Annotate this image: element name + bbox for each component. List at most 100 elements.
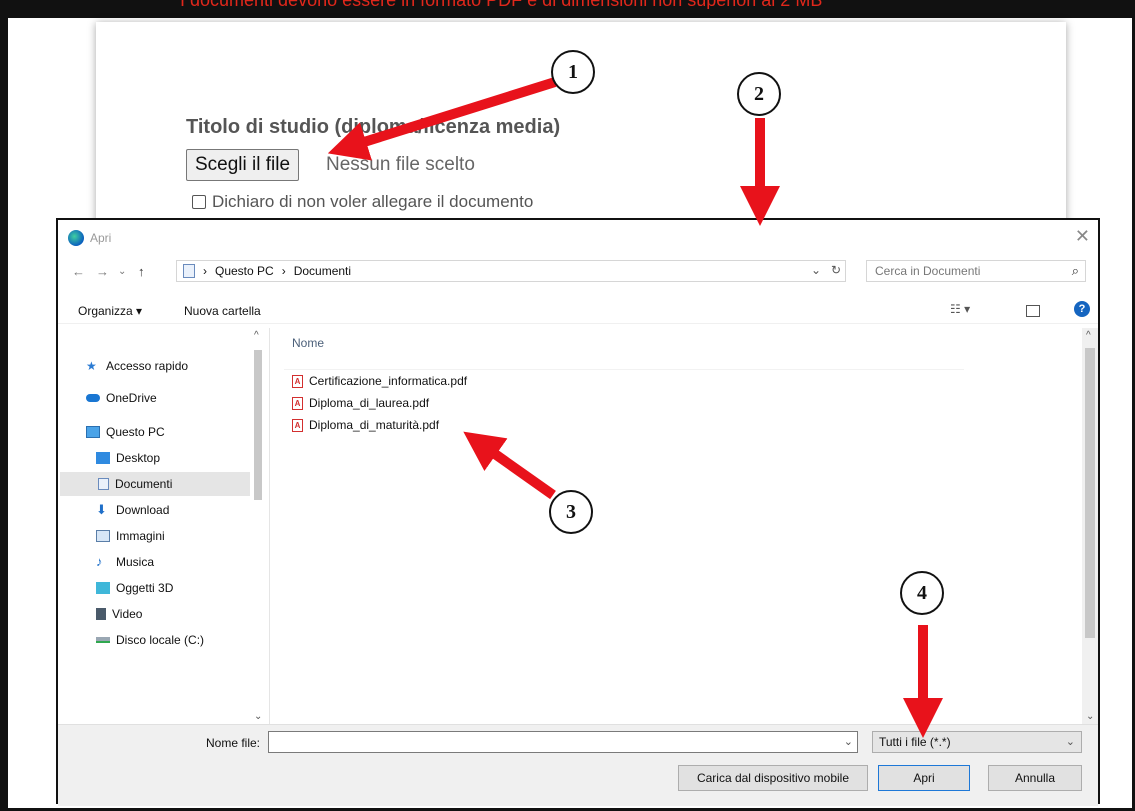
file-item[interactable]: A Certificazione_informatica.pdf [292, 374, 467, 388]
address-bar-row: ← → ⌄ ↑ › Questo PC › Documenti ⌄ ↻ Cerc… [58, 256, 1098, 286]
download-icon: ⬇ [96, 502, 107, 517]
dialog-title: Apri [90, 231, 112, 245]
nav-item-video[interactable]: Video [96, 602, 142, 626]
nav-item-quick-access[interactable]: ★ Accesso rapido [86, 354, 188, 378]
file-item[interactable]: A Diploma_di_laurea.pdf [292, 396, 429, 410]
annotation-marker-3: 3 [549, 490, 593, 534]
filename-input[interactable]: ⌄ [268, 731, 858, 753]
breadcrumb-this-pc[interactable]: Questo PC [215, 264, 274, 278]
upload-from-mobile-button[interactable]: Carica dal dispositivo mobile [678, 765, 868, 791]
nav-item-local-disk[interactable]: Disco locale (C:) [96, 628, 204, 652]
drive-icon [96, 637, 110, 643]
scroll-up-icon[interactable]: ^ [254, 330, 259, 341]
nav-label: OneDrive [106, 391, 157, 405]
cloud-icon [86, 394, 100, 402]
pdf-file-icon: A [292, 418, 303, 432]
annotation-marker-2: 2 [737, 72, 781, 116]
nav-label: Oggetti 3D [116, 581, 174, 595]
nav-item-download[interactable]: ⬇ Download [96, 498, 169, 522]
breadcrumb-separator-icon: › [281, 264, 286, 278]
nav-item-music[interactable]: ♪ Musica [96, 550, 154, 574]
forward-arrow-icon[interactable]: → [96, 264, 109, 279]
nav-label: Documenti [115, 477, 173, 491]
chevron-down-icon[interactable]: ⌄ [844, 735, 853, 748]
scroll-down-icon[interactable]: ⌄ [1086, 711, 1094, 722]
nav-label: Desktop [116, 451, 161, 465]
search-placeholder: Cerca in Documenti [875, 264, 981, 278]
filename-label: Nome file: [206, 736, 261, 750]
breadcrumb-documents[interactable]: Documenti [294, 264, 351, 278]
nav-label: Disco locale (C:) [116, 633, 205, 647]
column-header-divider [284, 358, 964, 370]
dialog-titlebar: Apri ✕ [58, 220, 1098, 254]
pdf-file-icon: A [292, 374, 303, 388]
nav-item-desktop[interactable]: Desktop [96, 446, 160, 470]
column-header-name[interactable]: Nome [292, 336, 324, 350]
refresh-icon[interactable]: ↻ [831, 263, 841, 277]
file-item[interactable]: A Diploma_di_maturità.pdf [292, 418, 439, 432]
pictures-icon [96, 530, 110, 542]
navigation-scrollbar[interactable]: ^ ⌄ [252, 328, 266, 724]
no-file-chosen-text: Nessun file scelto [326, 154, 475, 175]
chevron-down-icon[interactable]: ⌄ [1066, 732, 1075, 752]
search-documents-input[interactable]: Cerca in Documenti ⌕ [866, 260, 1086, 282]
documents-icon [98, 478, 109, 490]
video-icon [96, 608, 106, 620]
scrollbar-thumb[interactable] [1085, 348, 1095, 638]
documents-folder-icon [183, 264, 195, 278]
scroll-up-icon[interactable]: ^ [1086, 330, 1091, 341]
file-name: Diploma_di_maturità.pdf [309, 418, 440, 432]
open-button[interactable]: Apri [878, 765, 970, 791]
decline-attachment-label: Dichiaro di non voler allegare il docume… [212, 192, 534, 211]
search-icon[interactable]: ⌕ [1072, 263, 1079, 279]
file-list-pane: Nome A Certificazione_informatica.pdf A … [272, 328, 1088, 724]
nav-item-pictures[interactable]: Immagini [96, 524, 165, 548]
choose-file-button[interactable]: Scegli il file [186, 149, 300, 181]
back-arrow-icon[interactable]: ← [72, 264, 85, 279]
preview-pane-icon[interactable] [1026, 305, 1040, 317]
scrollbar-thumb[interactable] [254, 350, 262, 500]
file-name: Diploma_di_laurea.pdf [309, 396, 430, 410]
dialog-toolbar: Organizza ▾ Nuova cartella ☷ ▾ ? [58, 296, 1098, 324]
address-field[interactable]: › Questo PC › Documenti ⌄ ↻ [176, 260, 846, 282]
computer-icon [86, 426, 100, 438]
help-icon[interactable]: ? [1074, 301, 1090, 317]
edge-browser-icon [68, 230, 84, 246]
decline-attachment-checkbox[interactable] [192, 195, 206, 209]
decline-attachment-row[interactable]: Dichiaro di non voler allegare il docume… [192, 192, 533, 212]
nav-label: Download [116, 503, 170, 517]
objects-3d-icon [96, 582, 110, 594]
nav-label: Immagini [116, 529, 165, 543]
dialog-footer: Nome file: ⌄ Tutti i file (*.*) ⌄ Carica… [58, 724, 1098, 806]
music-icon: ♪ [96, 554, 103, 569]
address-dropdown-chevron-icon[interactable]: ⌄ [811, 263, 821, 277]
organize-menu[interactable]: Organizza ▾ [78, 304, 142, 318]
new-folder-button[interactable]: Nuova cartella [184, 304, 261, 318]
annotation-marker-4: 4 [900, 571, 944, 615]
annotation-marker-1: 1 [551, 50, 595, 94]
desktop-icon [96, 452, 110, 464]
navigation-pane: ★ Accesso rapido OneDrive Questo PC Desk… [58, 328, 270, 724]
nav-item-this-pc[interactable]: Questo PC [86, 420, 165, 444]
nav-item-documents[interactable]: Documenti [60, 472, 250, 496]
file-type-value: Tutti i file (*.*) [879, 735, 951, 749]
nav-item-onedrive[interactable]: OneDrive [86, 386, 157, 410]
nav-item-3d-objects[interactable]: Oggetti 3D [96, 576, 173, 600]
nav-label: Accesso rapido [106, 359, 189, 373]
file-name: Certificazione_informatica.pdf [309, 374, 468, 388]
close-icon[interactable]: ✕ [1075, 226, 1090, 247]
file-list-scrollbar[interactable]: ^ ⌄ [1082, 328, 1098, 724]
view-options-icon[interactable]: ☷ ▾ [950, 302, 970, 316]
up-arrow-icon[interactable]: ↑ [138, 264, 145, 279]
requirements-banner: I documenti devono essere in formato PDF… [180, 0, 1000, 9]
cancel-button[interactable]: Annulla [988, 765, 1082, 791]
nav-label: Questo PC [106, 425, 165, 439]
file-type-select[interactable]: Tutti i file (*.*) ⌄ [872, 731, 1082, 753]
nav-label: Musica [116, 555, 155, 569]
nav-label: Video [112, 607, 143, 621]
breadcrumb-separator-icon: › [203, 264, 207, 278]
star-icon: ★ [86, 359, 97, 373]
recent-locations-chevron-icon[interactable]: ⌄ [118, 266, 126, 277]
scroll-down-icon[interactable]: ⌄ [254, 711, 262, 722]
pdf-file-icon: A [292, 396, 303, 410]
